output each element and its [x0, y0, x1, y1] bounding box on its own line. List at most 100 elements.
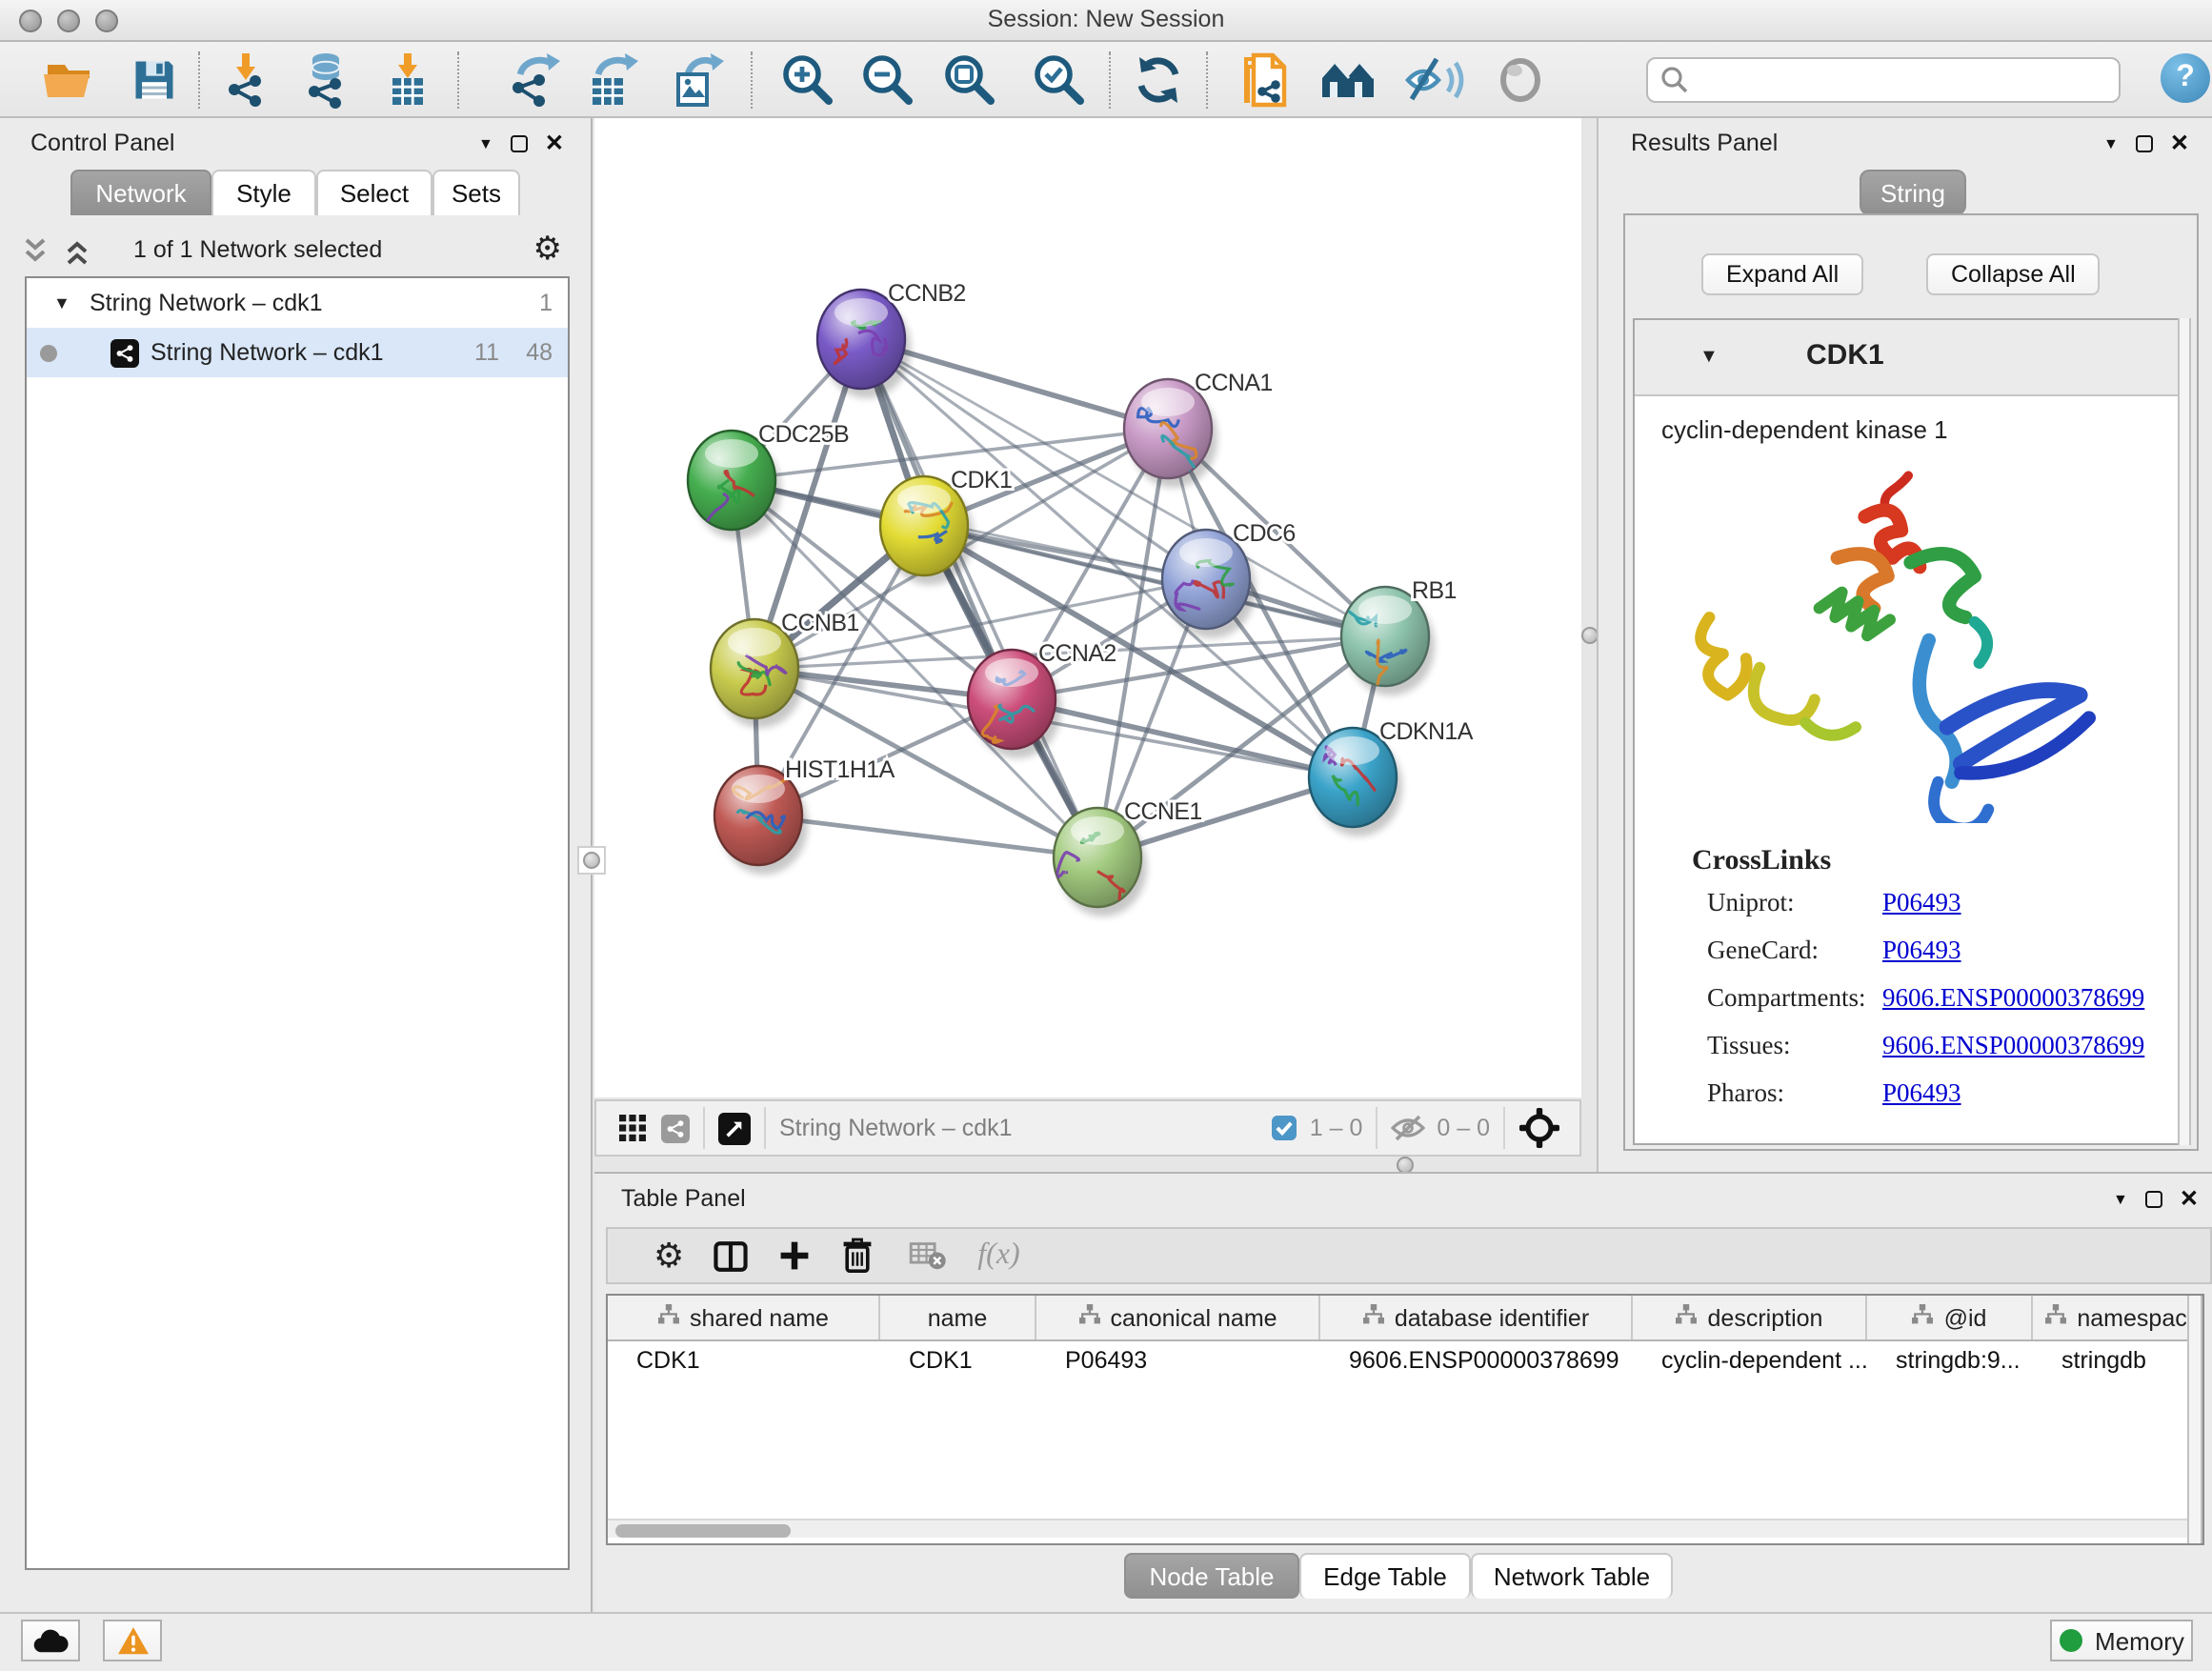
column-header[interactable]: shared name: [608, 1296, 880, 1339]
warnings-button[interactable]: [103, 1620, 162, 1661]
hide-graphics-icon[interactable]: [1404, 50, 1465, 111]
import-table-file-icon[interactable]: [377, 50, 438, 111]
network-canvas[interactable]: CCNB2CCNA1CDC25BCDK1CDC6RB1CCNB1CCNA2CDK…: [594, 118, 1581, 1097]
control-panel-close-icon[interactable]: ✕: [545, 130, 564, 156]
help-button[interactable]: ?: [2161, 53, 2210, 103]
node-label: CCNB1: [781, 610, 859, 636]
network-edge[interactable]: [758, 815, 1097, 857]
home-icon[interactable]: [1318, 50, 1379, 111]
tab-select[interactable]: Select: [316, 170, 432, 215]
node-navigation-crosshair-icon[interactable]: [1518, 1107, 1560, 1149]
expand-all-button[interactable]: Expand All: [1701, 253, 1863, 295]
import-network-database-icon[interactable]: [295, 50, 356, 111]
export-image-icon[interactable]: [667, 50, 728, 111]
add-column-icon[interactable]: [777, 1238, 812, 1273]
crosslink-value-link[interactable]: P06493: [1882, 1078, 1961, 1109]
network-edge[interactable]: [861, 339, 1097, 857]
tab-string[interactable]: String: [1860, 170, 1966, 215]
scrollbar-thumb[interactable]: [615, 1523, 791, 1537]
results-panel-close-icon[interactable]: ✕: [2170, 130, 2189, 156]
network-collection-row[interactable]: ▼ String Network – cdk1 1: [27, 278, 568, 328]
control-panel-menu-icon[interactable]: ▼: [478, 134, 493, 151]
results-panel-menu-icon[interactable]: ▼: [2103, 134, 2119, 151]
zoom-fit-icon[interactable]: [939, 50, 1000, 111]
table-cell[interactable]: stringdb:9...: [1867, 1341, 2033, 1379]
network-share-icon[interactable]: [661, 1114, 690, 1142]
delete-table-icon[interactable]: [909, 1240, 947, 1271]
table-cell[interactable]: P06493: [1036, 1341, 1320, 1379]
function-builder-icon[interactable]: f(x): [977, 1238, 1019, 1273]
results-panel-float-icon[interactable]: [2136, 134, 2153, 151]
crosslink-label: Compartments:: [1707, 983, 1882, 1014]
export-table-icon[interactable]: [581, 50, 642, 111]
delete-column-icon[interactable]: [840, 1237, 875, 1275]
tab-edge-table[interactable]: Edge Table: [1299, 1553, 1471, 1599]
column-header[interactable]: namespace: [2033, 1296, 2204, 1339]
selected-node-edge-counts: 1 – 0: [1310, 1115, 1363, 1141]
table-horizontal-scrollbar[interactable]: [608, 1519, 2202, 1538]
save-session-icon[interactable]: [124, 50, 185, 111]
gene-card-header[interactable]: ▼ CDK1: [1635, 320, 2187, 396]
table-vertical-scrollbar[interactable]: [2187, 1296, 2202, 1543]
tab-network[interactable]: Network: [70, 170, 211, 215]
zoom-selected-icon[interactable]: [1029, 50, 1090, 111]
results-scrollbar[interactable]: [2178, 318, 2191, 1145]
expand-all-icon[interactable]: [65, 238, 90, 265]
table-cell[interactable]: stringdb: [2033, 1341, 2204, 1379]
collapse-all-button[interactable]: Collapse All: [1926, 253, 2101, 295]
import-network-file-icon[interactable]: [217, 50, 278, 111]
tab-node-table[interactable]: Node Table: [1124, 1553, 1299, 1599]
show-columns-icon[interactable]: [713, 1238, 749, 1274]
hidden-eye-icon[interactable]: [1391, 1115, 1425, 1141]
crosslink-value-link[interactable]: P06493: [1882, 888, 1961, 918]
selected-checkbox-icon[interactable]: [1272, 1115, 1298, 1141]
table-panel-menu-icon[interactable]: ▼: [2113, 1190, 2128, 1207]
column-header[interactable]: name: [880, 1296, 1036, 1339]
column-header[interactable]: description: [1633, 1296, 1867, 1339]
table-panel: Table Panel ▼ ✕ ⚙ f(x) shared namenameca…: [594, 1172, 2212, 1612]
tab-style[interactable]: Style: [211, 170, 316, 215]
network-selection-row: 1 of 1 Network selected ⚙: [0, 229, 593, 274]
network-row-selected[interactable]: String Network – cdk1 11 48: [27, 328, 568, 377]
column-header[interactable]: database identifier: [1320, 1296, 1633, 1339]
table-panel-close-icon[interactable]: ✕: [2180, 1185, 2199, 1212]
crosslink-value-link[interactable]: 9606.ENSP00000378699: [1882, 1031, 2144, 1061]
column-header[interactable]: @id: [1867, 1296, 2033, 1339]
table-row[interactable]: CDK1CDK1P064939606.ENSP00000378699cyclin…: [608, 1341, 2202, 1379]
left-splitter-handle[interactable]: [577, 846, 606, 875]
zoom-in-icon[interactable]: [777, 50, 838, 111]
column-header-label: shared name: [690, 1304, 829, 1331]
grid-view-icon[interactable]: [619, 1115, 646, 1141]
table-cell[interactable]: 9606.ENSP00000378699: [1320, 1341, 1633, 1379]
table-cell[interactable]: cyclin-dependent ...: [1633, 1341, 1867, 1379]
column-type-icon: [1077, 1303, 1100, 1332]
table-cell[interactable]: CDK1: [608, 1341, 880, 1379]
collection-disclosure-icon[interactable]: ▼: [53, 293, 70, 312]
column-header[interactable]: canonical name: [1036, 1296, 1320, 1339]
gene-disclosure-icon[interactable]: ▼: [1699, 347, 1719, 368]
crosslink-value-link[interactable]: P06493: [1882, 936, 1961, 966]
table-cell[interactable]: CDK1: [880, 1341, 1036, 1379]
table-settings-gear-icon[interactable]: ⚙: [654, 1236, 684, 1276]
share-document-icon[interactable]: [1237, 50, 1297, 111]
zoom-out-icon[interactable]: [857, 50, 918, 111]
search-input[interactable]: [1646, 57, 2121, 103]
control-panel-float-icon[interactable]: [511, 134, 528, 151]
network-options-gear-icon[interactable]: ⚙: [533, 231, 563, 269]
tab-network-table[interactable]: Network Table: [1471, 1553, 1673, 1599]
hidden-node-edge-counts: 0 – 0: [1437, 1115, 1490, 1141]
export-network-icon[interactable]: [503, 50, 564, 111]
refresh-view-icon[interactable]: [1128, 50, 1189, 111]
level-of-detail-icon[interactable]: [1490, 50, 1551, 111]
crosslink-value-link[interactable]: 9606.ENSP00000378699: [1882, 983, 2144, 1014]
cloud-button[interactable]: [21, 1620, 80, 1661]
tab-sets[interactable]: Sets: [432, 170, 520, 215]
string-results-container: Expand All Collapse All ▼ CDK1 cyclin-de…: [1623, 213, 2199, 1151]
node-label: RB1: [1412, 577, 1457, 604]
open-session-icon[interactable]: [38, 50, 99, 111]
column-header-label: description: [1708, 1304, 1823, 1331]
birds-eye-view-icon[interactable]: [718, 1112, 751, 1144]
table-panel-float-icon[interactable]: [2145, 1190, 2162, 1207]
collapse-all-icon[interactable]: [23, 238, 48, 265]
memory-button[interactable]: Memory: [2050, 1620, 2193, 1661]
